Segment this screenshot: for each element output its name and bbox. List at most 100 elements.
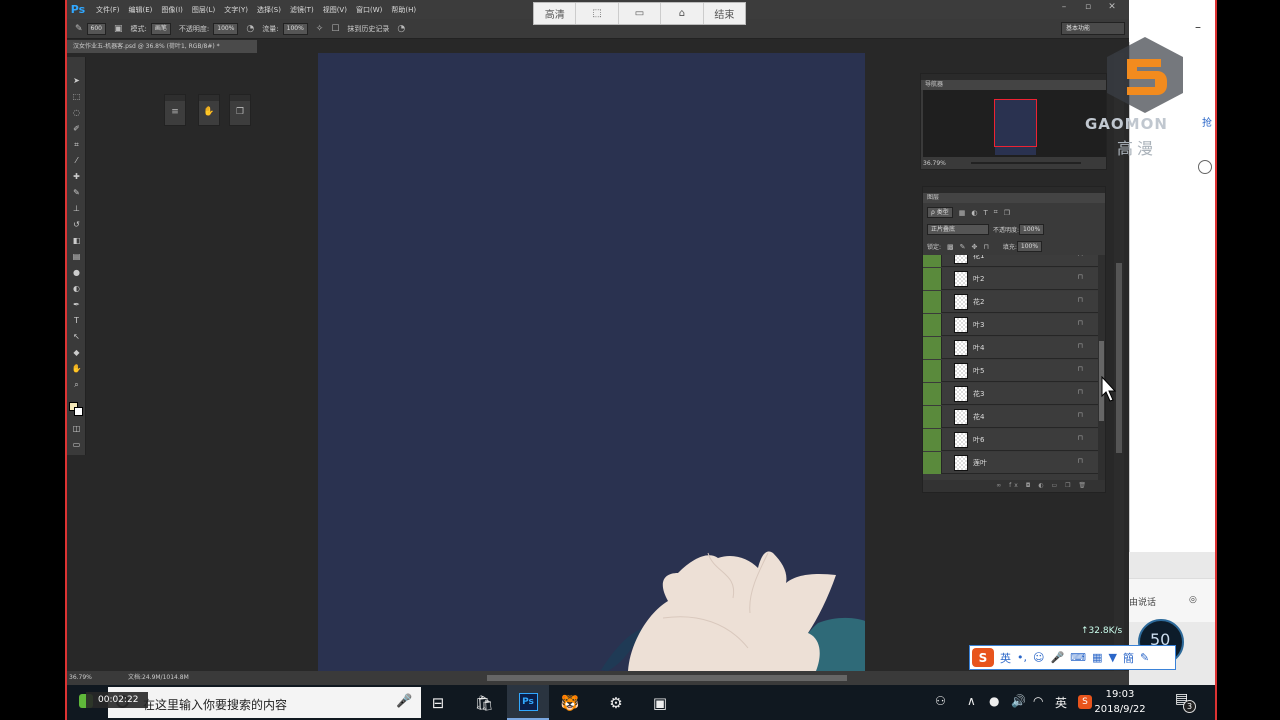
- filter-adjust-icon[interactable]: ◐: [971, 209, 977, 217]
- layer-row[interactable]: 花1 ⊓: [923, 255, 1099, 267]
- screen-mode-icon[interactable]: ▭: [71, 439, 82, 450]
- stamp-tool-icon[interactable]: ⊥: [71, 203, 82, 214]
- browser-link[interactable]: 抢: [1202, 114, 1212, 129]
- settings-icon[interactable]: [1198, 160, 1212, 174]
- pressure-size-icon[interactable]: ◔: [397, 24, 405, 34]
- dodge-tool-icon[interactable]: ◐: [71, 283, 82, 294]
- wrench-icon[interactable]: ✎: [1140, 651, 1149, 664]
- layer-opacity-field[interactable]: 100%: [1019, 224, 1045, 235]
- voice-icon[interactable]: 🎤: [1050, 651, 1064, 664]
- tray-lang[interactable]: 英: [1055, 694, 1067, 711]
- layer-row[interactable]: 叶4 ⊓: [923, 337, 1099, 359]
- menu-layer[interactable]: 图层(L): [192, 5, 215, 15]
- background-color-swatch[interactable]: [74, 407, 83, 416]
- hand-tool-icon[interactable]: ✋: [71, 363, 82, 374]
- menu-select[interactable]: 选择(S): [257, 5, 281, 15]
- zoom-tool-icon[interactable]: ⌕: [71, 379, 82, 390]
- visibility-icon[interactable]: [923, 291, 942, 313]
- layers-tab[interactable]: 图层: [923, 193, 1105, 203]
- document-canvas[interactable]: [318, 53, 865, 671]
- healing-tool-icon[interactable]: ✚: [71, 171, 82, 182]
- horizontal-scroll-thumb[interactable]: [487, 675, 847, 681]
- quick-mask-icon[interactable]: ◫: [71, 423, 82, 434]
- tray-chevron-icon[interactable]: ∧: [967, 694, 976, 708]
- menu-filter[interactable]: 滤镜(T): [290, 5, 314, 15]
- layer-row[interactable]: 花3 ⊓: [923, 383, 1099, 405]
- sogou-logo-icon[interactable]: S: [972, 648, 994, 667]
- pen-tool-icon[interactable]: ✒: [71, 299, 82, 310]
- brush-panel-icon[interactable]: ▣: [114, 24, 123, 34]
- circle-icon[interactable]: ◎: [1189, 595, 1197, 605]
- fill-field[interactable]: 100%: [1016, 241, 1043, 252]
- flow-field[interactable]: 100%: [282, 22, 308, 35]
- lasso-tool-icon[interactable]: ◌: [71, 107, 82, 118]
- skin-icon[interactable]: ▦: [1092, 651, 1102, 664]
- mini-panel-brush-presets[interactable]: ≡: [164, 94, 186, 126]
- shape-tool-icon[interactable]: ◆: [71, 347, 82, 358]
- filter-smart-icon[interactable]: ❐: [1004, 209, 1010, 217]
- status-zoom[interactable]: 36.79%: [69, 671, 92, 685]
- end-button[interactable]: 结束: [704, 3, 745, 24]
- airbrush-icon[interactable]: ✧: [316, 24, 324, 34]
- visibility-icon[interactable]: [923, 360, 942, 382]
- wifi-icon[interactable]: ◠: [1033, 694, 1043, 708]
- close-icon[interactable]: ✕: [1105, 2, 1119, 12]
- taskbar-photoshop[interactable]: Ps: [507, 685, 549, 720]
- history-checkbox[interactable]: ☐: [331, 24, 339, 34]
- visibility-icon[interactable]: [923, 429, 942, 451]
- document-tab[interactable]: 汉女作业五-机器客.psd @ 36.8% (荷叶1, RGB/8#) *: [67, 40, 257, 53]
- menu-type[interactable]: 文字(Y): [224, 5, 248, 15]
- restore-icon[interactable]: ▫: [1081, 2, 1095, 12]
- visibility-icon[interactable]: [923, 337, 942, 359]
- settings-gear-icon[interactable]: ⚙: [595, 685, 637, 720]
- workspace-select[interactable]: 基本功能: [1061, 22, 1125, 35]
- punctuation-icon[interactable]: •,: [1017, 651, 1027, 664]
- layer-row[interactable]: 叶5 ⊓: [923, 360, 1099, 382]
- mode-select[interactable]: 画笔: [150, 22, 171, 35]
- lock-move-icon[interactable]: ✥: [972, 243, 978, 251]
- visibility-icon[interactable]: [923, 383, 942, 405]
- layer-row[interactable]: 莲叶 ⊓: [923, 452, 1099, 474]
- emoji-icon[interactable]: ☺: [1033, 651, 1044, 664]
- layer-row[interactable]: 叶2 ⊓: [923, 268, 1099, 290]
- layer-row[interactable]: 花2 ⊓: [923, 291, 1099, 313]
- menu-window[interactable]: 窗口(W): [356, 5, 382, 15]
- menu-view[interactable]: 视图(V): [323, 5, 347, 15]
- pressure-opacity-icon[interactable]: ◔: [246, 24, 254, 34]
- navigator-view-rect[interactable]: [994, 99, 1037, 147]
- minimize-icon[interactable]: –: [1057, 2, 1071, 12]
- quick-select-tool-icon[interactable]: ✐: [71, 123, 82, 134]
- marquee-tool-icon[interactable]: ⬚: [71, 91, 82, 102]
- lock-pixels-icon[interactable]: ▩: [947, 243, 954, 251]
- photos-app-icon[interactable]: ▣: [639, 685, 681, 720]
- mini-panel-tool-presets[interactable]: ✋: [198, 94, 220, 126]
- window-icon[interactable]: ▭: [619, 3, 662, 24]
- filter-type-icon[interactable]: T: [983, 209, 987, 217]
- filter-shape-icon[interactable]: ⌗: [994, 208, 998, 217]
- crop-tool-icon[interactable]: ⌗: [71, 139, 82, 150]
- menu-image[interactable]: 图像(I): [161, 5, 183, 15]
- microphone-icon[interactable]: 🎤: [396, 694, 412, 709]
- shirt-icon[interactable]: ▼: [1108, 651, 1116, 664]
- keyboard-icon[interactable]: ⌨: [1070, 651, 1086, 664]
- history-brush-icon[interactable]: ↺: [71, 219, 82, 230]
- eraser-tool-icon[interactable]: ✎: [75, 24, 83, 34]
- navigator-tab[interactable]: 导航器: [921, 80, 1106, 90]
- people-icon[interactable]: ⚇: [935, 694, 946, 708]
- opacity-field[interactable]: 100%: [213, 22, 239, 35]
- eyedropper-tool-icon[interactable]: ⁄: [71, 155, 82, 166]
- menu-edit[interactable]: 编辑(E): [129, 5, 153, 15]
- layer-row[interactable]: 叶3 ⊓: [923, 314, 1099, 336]
- brush-size-picker[interactable]: 600: [86, 22, 106, 35]
- layers-scrollbar[interactable]: [1098, 255, 1105, 480]
- type-tool-icon[interactable]: T: [71, 315, 82, 326]
- visibility-icon[interactable]: [923, 452, 942, 474]
- mascot-app-icon[interactable]: 🐯: [549, 685, 591, 720]
- layers-footer-icons[interactable]: ∞ fx ◘ ◐ ▭ ❐ 🗑: [923, 480, 1105, 492]
- navigator-zoom[interactable]: 36.79%: [923, 160, 946, 167]
- move-tool-icon[interactable]: ➤: [71, 75, 82, 86]
- taskbar-search-box[interactable]: 在这里输入你要搜索的内容 🎤: [108, 687, 421, 718]
- hd-button[interactable]: 高清: [534, 3, 577, 24]
- blend-mode-select[interactable]: 正片叠底: [927, 224, 989, 235]
- task-view-icon[interactable]: ⊟: [417, 685, 459, 720]
